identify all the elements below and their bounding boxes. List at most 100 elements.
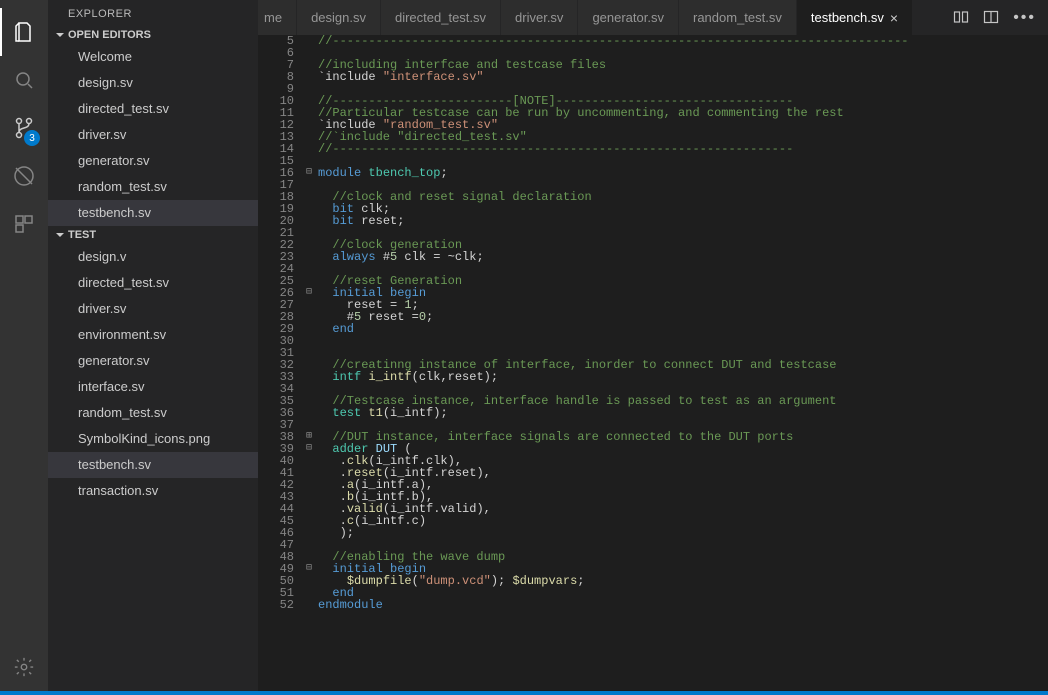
fold-marker[interactable] <box>302 155 316 167</box>
fold-marker[interactable] <box>302 479 316 491</box>
fold-marker[interactable]: ⊟ <box>302 287 316 299</box>
fold-marker[interactable] <box>302 527 316 539</box>
code-line[interactable]: //--------------------------------------… <box>318 35 1048 47</box>
file-item[interactable]: design.v <box>48 244 258 270</box>
fold-marker[interactable] <box>302 467 316 479</box>
code-line[interactable]: endmodule <box>318 599 1048 611</box>
section-test[interactable]: TEST <box>48 226 258 244</box>
editor-tab[interactable]: generator.sv <box>578 0 679 35</box>
compare-icon[interactable] <box>953 9 969 27</box>
fold-marker[interactable] <box>302 263 316 275</box>
code-line[interactable]: ); <box>318 527 1048 539</box>
code-line[interactable]: end <box>318 587 1048 599</box>
file-item[interactable]: driver.sv <box>48 122 258 148</box>
code-content[interactable]: //--------------------------------------… <box>316 35 1048 691</box>
file-item[interactable]: generator.sv <box>48 148 258 174</box>
fold-marker[interactable] <box>302 251 316 263</box>
fold-marker[interactable] <box>302 539 316 551</box>
file-item[interactable]: Welcome <box>48 44 258 70</box>
file-item[interactable]: directed_test.sv <box>48 96 258 122</box>
editor-tab[interactable]: testbench.sv× <box>797 0 913 35</box>
section-open-editors[interactable]: OPEN EDITORS <box>48 26 258 44</box>
fold-marker[interactable] <box>302 323 316 335</box>
code-line[interactable]: //enabling the wave dump <box>318 551 1048 563</box>
fold-marker[interactable] <box>302 227 316 239</box>
gear-icon[interactable] <box>0 643 48 691</box>
fold-marker[interactable] <box>302 515 316 527</box>
search-icon[interactable] <box>0 56 48 104</box>
fold-marker[interactable] <box>302 491 316 503</box>
file-item[interactable]: testbench.sv <box>48 452 258 478</box>
fold-marker[interactable] <box>302 455 316 467</box>
editor-tab[interactable]: design.sv <box>297 0 381 35</box>
file-item[interactable]: design.sv <box>48 70 258 96</box>
file-item[interactable]: generator.sv <box>48 348 258 374</box>
fold-marker[interactable] <box>302 419 316 431</box>
code-line[interactable]: //clock and reset signal declaration <box>318 191 1048 203</box>
fold-marker[interactable] <box>302 347 316 359</box>
code-line[interactable]: test t1(i_intf); <box>318 407 1048 419</box>
code-line[interactable]: //reset Generation <box>318 275 1048 287</box>
fold-marker[interactable] <box>302 587 316 599</box>
code-line[interactable]: module tbench_top; <box>318 167 1048 179</box>
fold-marker[interactable] <box>302 383 316 395</box>
code-line[interactable]: .valid(i_intf.valid), <box>318 503 1048 515</box>
fold-marker[interactable]: ⊟ <box>302 167 316 179</box>
fold-marker[interactable] <box>302 143 316 155</box>
fold-marker[interactable] <box>302 35 316 47</box>
file-item[interactable]: testbench.sv <box>48 200 258 226</box>
fold-marker[interactable] <box>302 119 316 131</box>
file-item[interactable]: random_test.sv <box>48 174 258 200</box>
file-item[interactable]: environment.sv <box>48 322 258 348</box>
fold-marker[interactable] <box>302 311 316 323</box>
code-line[interactable]: $dumpfile("dump.vcd"); $dumpvars; <box>318 575 1048 587</box>
fold-marker[interactable]: ⊟ <box>302 563 316 575</box>
fold-marker[interactable] <box>302 503 316 515</box>
file-item[interactable]: driver.sv <box>48 296 258 322</box>
fold-marker[interactable] <box>302 71 316 83</box>
code-line[interactable] <box>318 335 1048 347</box>
explorer-icon[interactable] <box>0 8 48 56</box>
fold-marker[interactable] <box>302 407 316 419</box>
file-item[interactable]: directed_test.sv <box>48 270 258 296</box>
extensions-icon[interactable] <box>0 200 48 248</box>
fold-marker[interactable] <box>302 107 316 119</box>
debug-icon[interactable] <box>0 152 48 200</box>
fold-marker[interactable] <box>302 371 316 383</box>
code-line[interactable]: `include "interface.sv" <box>318 71 1048 83</box>
fold-marker[interactable] <box>302 599 316 611</box>
fold-marker[interactable] <box>302 191 316 203</box>
editor-tab[interactable]: directed_test.sv <box>381 0 501 35</box>
split-editor-icon[interactable] <box>983 9 999 27</box>
fold-marker[interactable] <box>302 335 316 347</box>
code-line[interactable]: //DUT instance, interface signals are co… <box>318 431 1048 443</box>
fold-marker[interactable] <box>302 359 316 371</box>
code-line[interactable]: always #5 clk = ~clk; <box>318 251 1048 263</box>
code-line[interactable]: initial begin <box>318 287 1048 299</box>
fold-marker[interactable]: ⊞ <box>302 431 316 443</box>
editor-tab[interactable]: driver.sv <box>501 0 578 35</box>
fold-marker[interactable] <box>302 131 316 143</box>
code-line[interactable]: #5 reset =0; <box>318 311 1048 323</box>
code-line[interactable]: end <box>318 323 1048 335</box>
fold-marker[interactable] <box>302 203 316 215</box>
editor-tab[interactable]: me <box>258 0 297 35</box>
file-item[interactable]: interface.sv <box>48 374 258 400</box>
fold-marker[interactable] <box>302 395 316 407</box>
fold-marker[interactable] <box>302 83 316 95</box>
file-item[interactable]: random_test.sv <box>48 400 258 426</box>
editor-tab[interactable]: random_test.sv <box>679 0 797 35</box>
fold-marker[interactable] <box>302 215 316 227</box>
fold-marker[interactable] <box>302 239 316 251</box>
code-line[interactable]: //--------------------------------------… <box>318 143 1048 155</box>
fold-marker[interactable] <box>302 47 316 59</box>
fold-marker[interactable] <box>302 575 316 587</box>
file-item[interactable]: transaction.sv <box>48 478 258 504</box>
fold-marker[interactable] <box>302 59 316 71</box>
source-control-icon[interactable]: 3 <box>0 104 48 152</box>
code-line[interactable]: intf i_intf(clk,reset); <box>318 371 1048 383</box>
fold-marker[interactable] <box>302 299 316 311</box>
code-line[interactable]: bit clk; <box>318 203 1048 215</box>
status-bar[interactable] <box>0 691 1048 695</box>
fold-marker[interactable] <box>302 95 316 107</box>
